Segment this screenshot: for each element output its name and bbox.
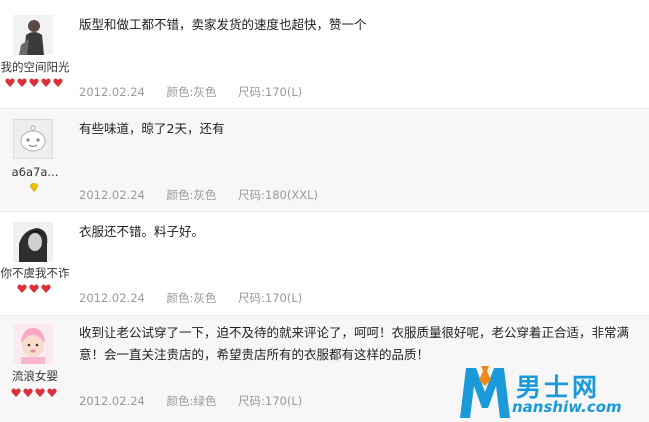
review-text: 版型和做工都不错，卖家发货的速度也超快，赞一个: [79, 17, 367, 32]
default-avatar-icon: [14, 120, 52, 158]
review-meta: 2012.02.24 颜色:绿色 尺码:170(L): [79, 393, 320, 409]
size-value: 180(XXL): [264, 188, 319, 202]
person-photo-icon: [13, 222, 53, 262]
size-value: 170(L): [264, 394, 303, 408]
red-heart-icon: [23, 388, 33, 397]
avatar[interactable]: [13, 324, 53, 364]
review-item: a6a7a... 有些味道，晾了2天，还有 2012.02.24 颜色:灰色 尺…: [0, 109, 649, 212]
color-label: 颜色:: [166, 188, 194, 202]
avatar[interactable]: [13, 15, 53, 55]
color-label: 颜色:: [166, 291, 194, 305]
baby-photo-icon: [13, 324, 53, 364]
buyer-level-badges: [0, 388, 68, 397]
review-date: 2012.02.24: [79, 85, 145, 99]
review-item: 你不虞我不诈 衣服还不错。料子好。 2012.02.24 颜色:灰色 尺码:17…: [0, 212, 649, 316]
red-heart-icon: [35, 388, 45, 397]
color-label: 颜色:: [166, 394, 194, 408]
username[interactable]: a6a7a...: [0, 165, 70, 179]
review-meta: 2012.02.24 颜色:灰色 尺码:180(XXL): [79, 187, 336, 203]
red-heart-icon: [17, 78, 27, 87]
color-label: 颜色:: [166, 85, 194, 99]
red-heart-icon: [47, 388, 57, 397]
review-date: 2012.02.24: [79, 188, 145, 202]
buyer-level-badges: [0, 78, 68, 87]
red-heart-icon: [29, 78, 39, 87]
color-value: 灰色: [193, 188, 217, 202]
red-heart-icon: [5, 78, 15, 87]
reviewer-column: 你不虞我不诈: [0, 212, 72, 315]
reviewer-column: 我的空间阳光: [0, 0, 72, 108]
buyer-level-badges: [0, 183, 68, 192]
username[interactable]: 流浪女婴: [0, 368, 70, 384]
red-heart-icon: [17, 284, 27, 293]
review-meta: 2012.02.24 颜色:灰色 尺码:170(L): [79, 290, 320, 306]
review-date: 2012.02.24: [79, 291, 145, 305]
yellow-diamond-icon: [29, 183, 39, 192]
buyer-level-badges: [0, 284, 68, 293]
size-value: 170(L): [264, 291, 303, 305]
review-date: 2012.02.24: [79, 394, 145, 408]
person-silhouette-icon: [13, 15, 53, 55]
size-value: 170(L): [264, 85, 303, 99]
avatar[interactable]: [13, 222, 53, 262]
username[interactable]: 你不虞我不诈: [0, 265, 70, 281]
size-label: 尺码:: [238, 394, 265, 408]
watermark-m-icon: [460, 366, 510, 418]
site-watermark-logo: 男士网 nanshiw.com: [456, 362, 646, 420]
review-text: 衣服还不错。料子好。: [79, 224, 205, 239]
size-label: 尺码:: [238, 291, 265, 305]
size-label: 尺码:: [238, 188, 265, 202]
red-heart-icon: [11, 388, 21, 397]
review-text: 收到让老公试穿了一下，迫不及待的就来评论了，呵呵！衣服质量很好呢，老公穿着正合适…: [79, 325, 630, 362]
color-value: 灰色: [193, 85, 217, 99]
red-heart-icon: [41, 284, 51, 293]
red-heart-icon: [41, 78, 51, 87]
color-value: 灰色: [193, 291, 217, 305]
username[interactable]: 我的空间阳光: [0, 59, 70, 75]
reviewer-column: 流浪女婴: [0, 316, 72, 422]
color-value: 绿色: [193, 394, 217, 408]
watermark-domain: nanshiw.com: [512, 398, 622, 416]
review-item: 我的空间阳光 版型和做工都不错，卖家发货的速度也超快，赞一个 2012.02.2…: [0, 0, 649, 109]
red-heart-icon: [29, 284, 39, 293]
reviewer-column: a6a7a...: [0, 109, 72, 211]
size-label: 尺码:: [238, 85, 265, 99]
red-heart-icon: [53, 78, 63, 87]
review-meta: 2012.02.24 颜色:灰色 尺码:170(L): [79, 84, 320, 100]
avatar[interactable]: [13, 119, 53, 159]
review-text: 有些味道，晾了2天，还有: [79, 121, 225, 136]
